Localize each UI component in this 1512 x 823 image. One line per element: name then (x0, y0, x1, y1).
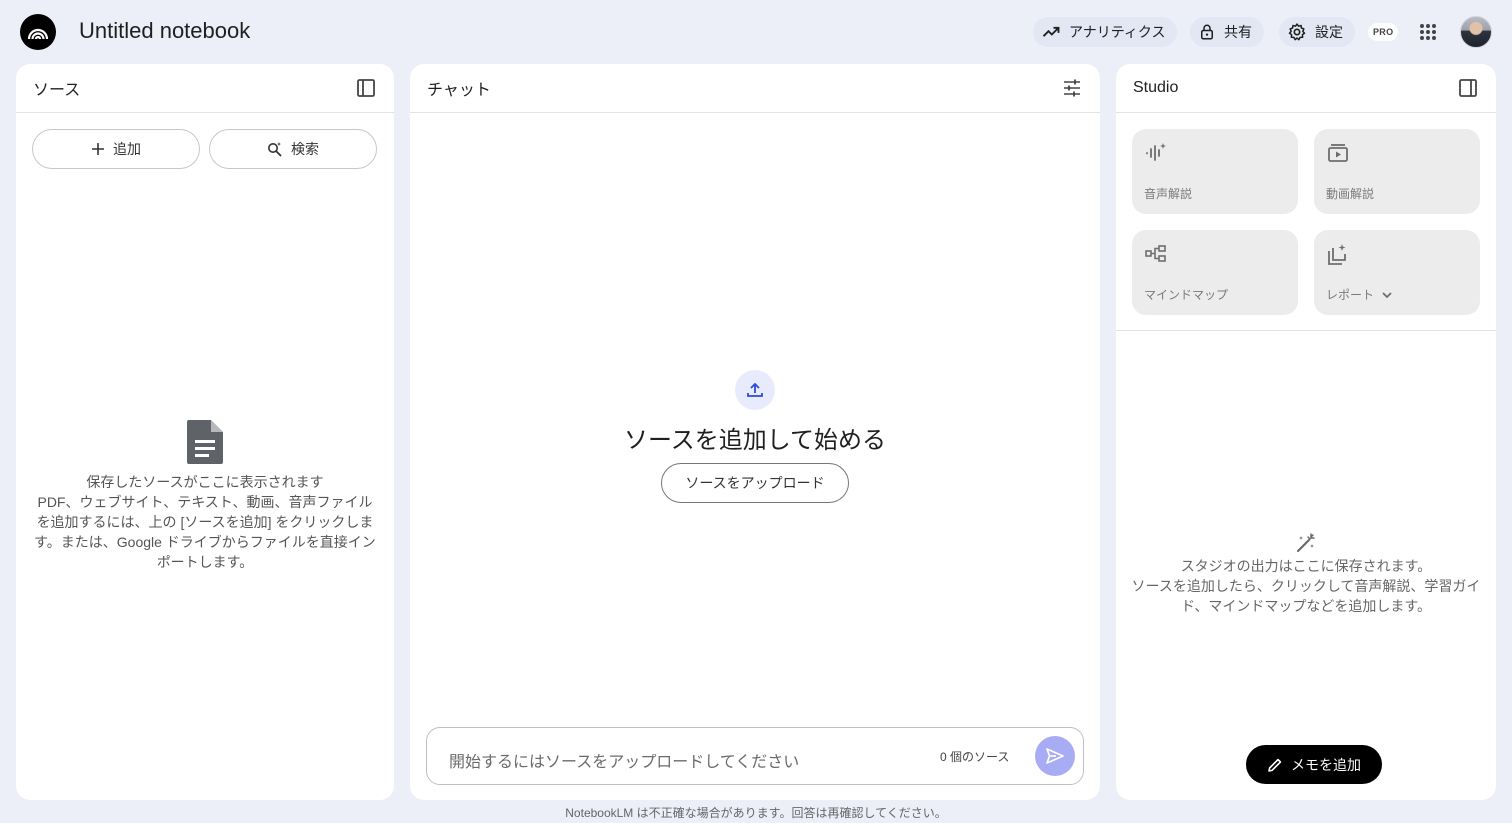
video-icon (1328, 144, 1348, 162)
chevron-down-icon[interactable] (1380, 288, 1394, 302)
notebooklm-logo-icon[interactable] (20, 14, 56, 50)
search-source-button[interactable]: 検索 (209, 129, 377, 169)
settings-button[interactable]: 設定 (1279, 17, 1355, 47)
analytics-label: アナリティクス (1069, 24, 1166, 40)
source-count: 0 個のソース (940, 750, 1010, 764)
video-overview-tile[interactable]: 動画解説 (1314, 129, 1480, 214)
tune-settings-icon[interactable] (1061, 77, 1083, 99)
avatar[interactable] (1460, 16, 1492, 48)
trending-up-icon (1042, 26, 1060, 37)
studio-header: Studio (1116, 64, 1496, 113)
sources-empty-title: 保存したソースがここに表示されます (86, 474, 324, 490)
add-source-button[interactable]: 追加 (32, 129, 200, 169)
sources-empty-state: 保存したソースがここに表示されます PDF、ウェブサイト、テキスト、動画、音声フ… (32, 418, 378, 572)
search-sparkle-icon (268, 142, 282, 157)
sources-title: ソース (33, 82, 81, 99)
mind-map-label: マインドマップ (1144, 288, 1229, 302)
pro-badge: PRO (1368, 23, 1399, 41)
report-tile[interactable]: レポート (1314, 230, 1480, 315)
collapse-panel-icon[interactable] (355, 77, 377, 99)
mind-map-icon (1145, 245, 1166, 262)
gear-icon (1288, 23, 1306, 41)
magic-wand-icon (1297, 533, 1315, 552)
chat-panel: チャット ソースを追加して始める ソースをアップロード 0 個のソース (410, 64, 1100, 800)
settings-label: 設定 (1315, 24, 1343, 40)
collapse-panel-icon[interactable] (1457, 77, 1479, 99)
search-source-label: 検索 (291, 141, 319, 157)
upload-icon (735, 370, 775, 410)
studio-empty-description: ソースを追加したら、クリックして音声解説、学習ガイド、マインドマップなどを追加し… (1131, 578, 1481, 614)
chat-title: チャット (427, 82, 491, 99)
audio-overview-label: 音声解説 (1144, 187, 1193, 201)
plus-icon (92, 143, 104, 155)
mind-map-tile[interactable]: マインドマップ (1132, 230, 1298, 315)
chat-input-box: 0 個のソース (426, 727, 1084, 785)
studio-divider (1116, 330, 1496, 331)
send-button[interactable] (1035, 736, 1075, 776)
share-button[interactable]: 共有 (1190, 17, 1264, 47)
audio-overview-tile[interactable]: 音声解説 (1132, 129, 1298, 214)
report-tile-label: レポート (1326, 286, 1394, 303)
studio-title: Studio (1133, 79, 1179, 96)
studio-empty-state: スタジオの出力はここに保存されます。 ソースを追加したら、クリックして音声解説、… (1116, 532, 1496, 616)
studio-panel: Studio 音声解説 動画解説 マインドマップ レポート スタジオの出力はここ… (1116, 64, 1496, 800)
video-overview-label: 動画解説 (1326, 187, 1375, 201)
top-bar: Untitled notebook アナリティクス 共有 設定 PRO (0, 0, 1512, 64)
report-label: レポート (1326, 288, 1375, 302)
chat-header: チャット (410, 64, 1100, 113)
document-icon (187, 420, 223, 464)
sources-panel: ソース 追加 検索 保存したソースがここに表示されます PDF、ウェブサイト、テ… (16, 64, 394, 800)
studio-empty-title: スタジオの出力はここに保存されます。 (1180, 558, 1432, 574)
share-label: 共有 (1224, 24, 1252, 40)
add-source-label: 追加 (113, 141, 141, 157)
pencil-icon (1268, 758, 1282, 772)
audio-sparkle-icon (1146, 143, 1166, 161)
chat-headline: ソースを追加して始める (623, 427, 887, 454)
lock-icon (1201, 24, 1213, 40)
add-note-label: メモを追加 (1291, 756, 1361, 773)
sources-header: ソース (16, 64, 394, 113)
disclaimer-footer: NotebookLM は不正確な場合があります。回答は再確認してください。 (565, 806, 947, 820)
sources-empty-description: PDF、ウェブサイト、テキスト、動画、音声ファイルを追加するには、上の [ソース… (34, 494, 376, 570)
add-note-button[interactable]: メモを追加 (1246, 745, 1382, 784)
send-icon (1046, 748, 1064, 764)
notebook-title[interactable]: Untitled notebook (79, 18, 250, 44)
chat-input[interactable] (449, 754, 929, 772)
analytics-button[interactable]: アナリティクス (1033, 17, 1178, 47)
upload-source-button[interactable]: ソースをアップロード (661, 463, 849, 503)
apps-grid-icon[interactable] (1419, 23, 1437, 41)
chat-empty-state: ソースを追加して始める ソースをアップロード (410, 370, 1100, 503)
report-icon (1328, 244, 1346, 265)
